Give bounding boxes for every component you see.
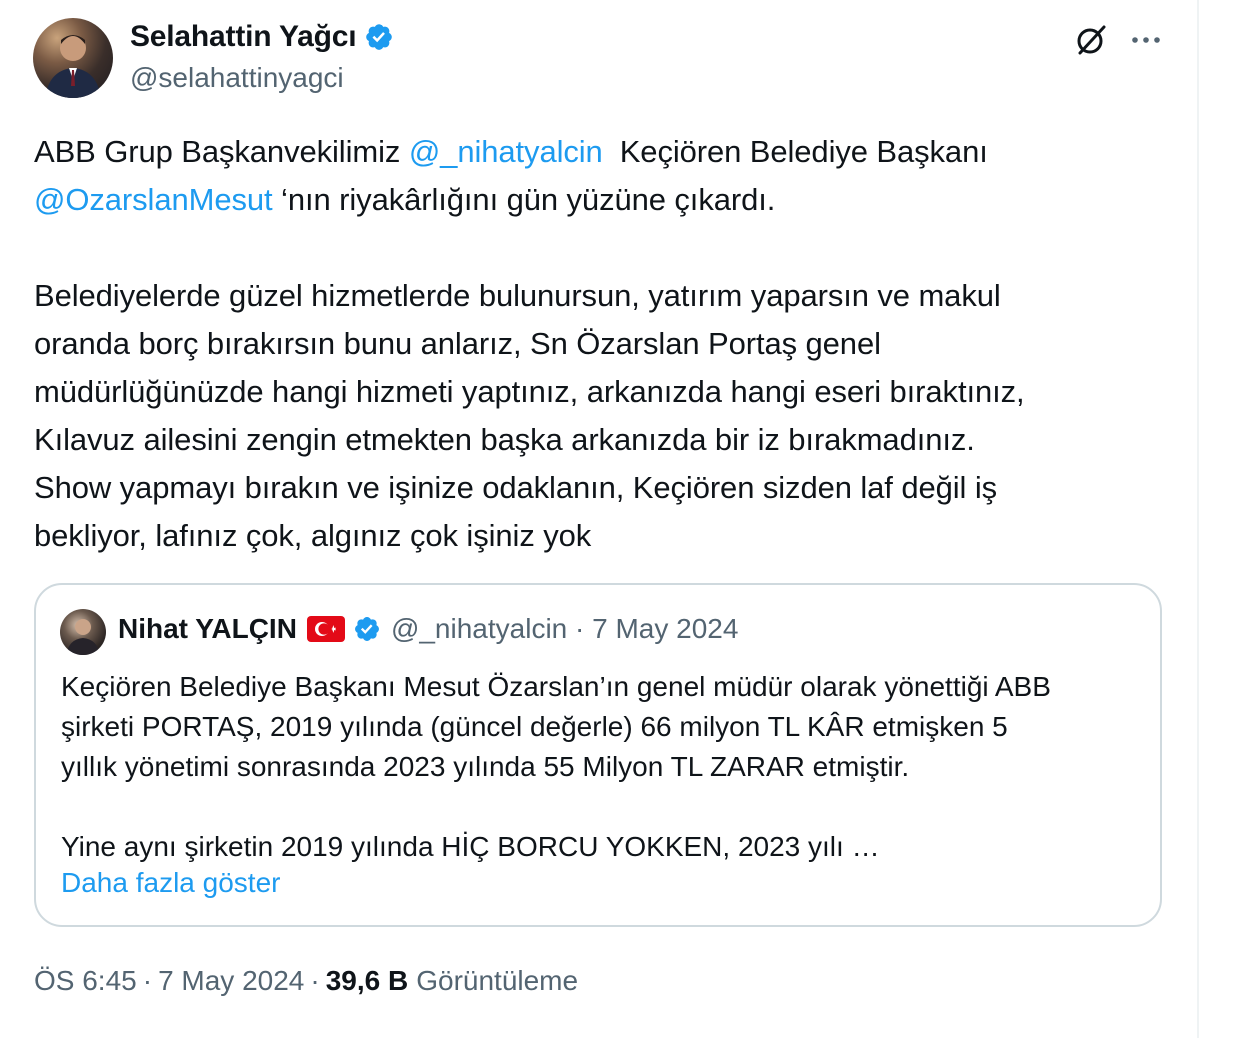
tweet-text: ABB Grup Başkanvekilimiz @_nihatyalcin K…	[34, 128, 1174, 560]
divider	[1197, 0, 1199, 1038]
tweet-text-segment: ‘nın riyakârlığını gün yüzüne çıkardı.	[272, 182, 776, 217]
quoted-text: Keçiören Belediye Başkanı Mesut Özarslan…	[61, 671, 1051, 862]
tweet-time[interactable]: ÖS 6:45	[34, 965, 137, 997]
tweet-text-segment: ABB Grup Başkanvekilimiz	[34, 134, 409, 169]
mention-link[interactable]: @_nihatyalcin	[409, 134, 603, 169]
separator: ·	[142, 965, 153, 996]
quoted-avatar[interactable]	[60, 609, 106, 655]
tweet-paragraph: Belediyelerde güzel hizmetlerde bulunurs…	[34, 278, 1025, 553]
separator: ·	[310, 965, 320, 996]
quoted-tweet-card[interactable]: Nihat YALÇIN @_nihatyalcin · 7 May 2024 …	[34, 583, 1162, 927]
show-more-link[interactable]: Daha fazla göster	[61, 867, 280, 899]
avatar[interactable]	[33, 18, 113, 98]
quoted-header: Nihat YALÇIN @_nihatyalcin · 7 May 2024	[118, 613, 738, 645]
grok-icon[interactable]	[1073, 22, 1109, 58]
more-icon[interactable]	[1128, 22, 1164, 58]
views-label: Görüntüleme	[416, 965, 579, 996]
author-handle[interactable]: @selahattinyagci	[130, 62, 344, 94]
tweet-meta: ÖS 6:45 · 7 May 2024 · 39,6 B Görüntülem…	[34, 965, 578, 997]
quoted-display-name: Nihat YALÇIN	[118, 613, 297, 644]
quoted-handle-date: @_nihatyalcin · 7 May 2024	[390, 613, 739, 644]
tweet-text-segment: Keçiören Belediye Başkanı	[602, 134, 988, 169]
mention-link[interactable]: @OzarslanMesut	[34, 182, 273, 217]
author-name-row: Selahattin Yağcı	[130, 20, 394, 54]
views-count: 39,6 B	[325, 965, 409, 996]
verified-badge-icon	[366, 24, 393, 50]
tweet-date[interactable]: 7 May 2024	[158, 965, 304, 997]
verified-badge-icon	[354, 617, 379, 641]
turkey-flag-icon	[306, 616, 345, 642]
author-display-name[interactable]: Selahattin Yağcı	[130, 20, 357, 54]
